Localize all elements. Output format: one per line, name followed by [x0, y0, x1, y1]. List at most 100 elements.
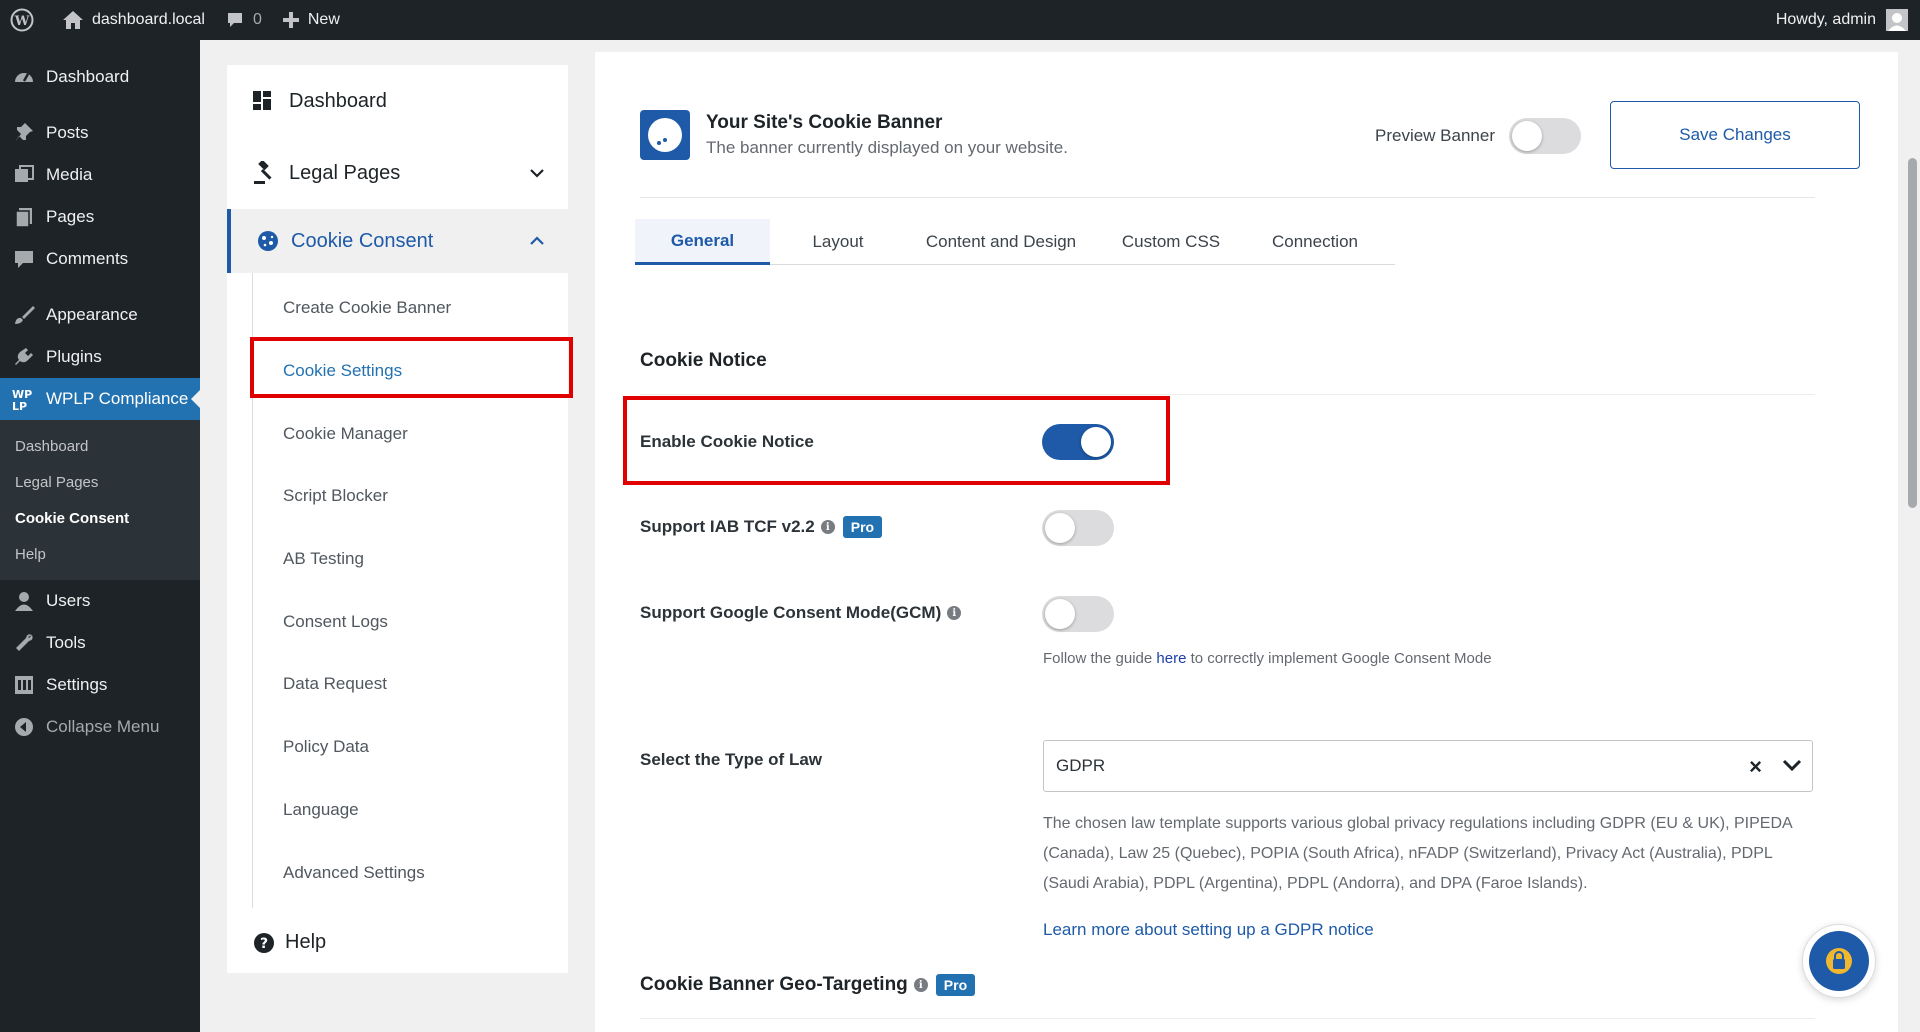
site-name-link[interactable]: dashboard.local — [52, 0, 215, 40]
plugin-sub-advanced-settings[interactable]: Advanced Settings — [253, 841, 568, 904]
menu-item-tools[interactable]: Tools — [0, 622, 200, 664]
tab-content-and-design[interactable]: Content and Design — [906, 219, 1096, 265]
plugin-sub-cookie-manager[interactable]: Cookie Manager — [253, 402, 568, 465]
admin-bar: W dashboard.local 0 New Howdy, admin — [0, 0, 1920, 40]
save-changes-button[interactable]: Save Changes — [1610, 101, 1860, 169]
plugin-nav-legal-pages[interactable]: Legal Pages — [227, 137, 568, 209]
media-icon — [12, 163, 36, 187]
plugin-sub-ab-testing[interactable]: AB Testing — [253, 528, 568, 591]
tab-connection[interactable]: Connection — [1246, 219, 1384, 265]
gcm-toggle[interactable] — [1042, 596, 1114, 632]
menu-item-pages[interactable]: Pages — [0, 196, 200, 238]
svg-text:?: ? — [260, 936, 268, 952]
collapse-icon — [12, 715, 36, 739]
plug-icon — [12, 345, 36, 369]
menu-item-settings[interactable]: Settings — [0, 664, 200, 706]
settings-tabs: General Layout Content and Design Custom… — [635, 219, 1395, 265]
chevron-down-icon[interactable] — [1782, 757, 1802, 773]
iab-tcf-label-row: Support IAB TCF v2.2 i Pro — [640, 516, 883, 538]
info-icon[interactable]: i — [913, 978, 928, 992]
menu-item-appearance[interactable]: Appearance — [0, 294, 200, 336]
admin-menu: Dashboard Posts Media Pages Comments App… — [0, 40, 200, 1032]
grid-dashboard-icon — [253, 91, 279, 111]
plugin-nav-dashboard[interactable]: Dashboard — [227, 65, 568, 137]
plugin-nav-help[interactable]: ? Help — [227, 908, 568, 978]
submenu-item-legal-pages[interactable]: Legal Pages — [0, 464, 200, 500]
geo-targeting-heading: Cookie Banner Geo-Targeting — [640, 974, 908, 995]
cookie-icon — [257, 230, 283, 252]
clear-icon[interactable]: × — [1749, 754, 1762, 780]
chevron-up-icon — [530, 236, 544, 246]
wp-logo-button[interactable]: W — [0, 0, 52, 40]
gcm-label: Support Google Consent Mode(GCM) — [640, 603, 942, 622]
gcm-guide-link[interactable]: here — [1156, 650, 1186, 667]
menu-item-posts[interactable]: Posts — [0, 112, 200, 154]
svg-text:LP: LP — [12, 400, 27, 411]
plugin-sub-create-cookie-banner[interactable]: Create Cookie Banner — [253, 277, 568, 340]
enable-cookie-notice-toggle[interactable] — [1042, 424, 1114, 460]
pro-badge: Pro — [842, 516, 883, 538]
divider — [640, 1018, 1815, 1019]
law-type-select[interactable]: GDPR × — [1043, 740, 1813, 792]
user-avatar-icon — [1888, 13, 1906, 31]
menu-item-media[interactable]: Media — [0, 154, 200, 196]
plugin-nav-cookie-consent[interactable]: Cookie Consent — [227, 209, 568, 273]
comments-link[interactable]: 0 — [215, 0, 272, 40]
learn-more-gdpr-link[interactable]: Learn more about setting up a GDPR notic… — [1043, 920, 1374, 940]
gcm-label-row: Support Google Consent Mode(GCM) i — [640, 603, 962, 623]
cookie-notice-heading: Cookie Notice — [640, 350, 767, 371]
preview-banner-control: Preview Banner — [1375, 118, 1582, 154]
pin-icon — [12, 121, 36, 145]
settings-icon — [12, 673, 36, 697]
banner-title: Your Site's Cookie Banner — [706, 112, 943, 133]
info-icon[interactable]: i — [820, 520, 835, 534]
collapse-menu-button[interactable]: Collapse Menu — [0, 706, 200, 748]
plugin-sub-consent-logs[interactable]: Consent Logs — [253, 590, 568, 653]
toggle-knob — [1045, 599, 1075, 629]
page-scrollbar[interactable] — [1905, 40, 1920, 1032]
floating-consent-button[interactable] — [1802, 924, 1876, 998]
avatar — [1886, 9, 1908, 31]
plugin-sub-cookie-settings[interactable]: Cookie Settings — [253, 340, 568, 403]
submenu-item-dashboard[interactable]: Dashboard — [0, 428, 200, 464]
toggle-knob — [1081, 427, 1111, 457]
iab-tcf-toggle[interactable] — [1042, 510, 1114, 546]
scrollbar-thumb[interactable] — [1908, 158, 1917, 508]
chevron-down-icon — [530, 168, 544, 178]
plugin-sub-language[interactable]: Language — [253, 779, 568, 842]
dashboard-icon — [12, 65, 36, 89]
preview-banner-toggle[interactable] — [1509, 118, 1582, 154]
geo-targeting-heading-row: Cookie Banner Geo-Targeting i Pro — [640, 974, 976, 996]
law-description: The chosen law template supports various… — [1043, 815, 1792, 892]
banner-header: Your Site's Cookie Banner The banner cur… — [640, 110, 1068, 160]
menu-item-comments[interactable]: Comments — [0, 238, 200, 280]
gavel-icon — [253, 161, 279, 185]
brush-icon — [12, 303, 36, 327]
comment-icon — [12, 247, 36, 271]
menu-item-users[interactable]: Users — [0, 580, 200, 622]
my-account-link[interactable]: Howdy, admin — [1776, 9, 1920, 31]
tab-general[interactable]: General — [635, 219, 770, 265]
new-label: New — [307, 11, 340, 28]
tab-layout[interactable]: Layout — [770, 219, 906, 265]
toggle-knob — [1512, 121, 1543, 151]
plugin-sub-data-request[interactable]: Data Request — [253, 653, 568, 716]
tab-custom-css[interactable]: Custom CSS — [1096, 219, 1246, 265]
submenu-item-cookie-consent[interactable]: Cookie Consent — [0, 500, 200, 536]
lock-icon — [1826, 948, 1852, 974]
howdy-text: Howdy, admin — [1775, 11, 1876, 28]
menu-item-plugins[interactable]: Plugins — [0, 336, 200, 378]
new-content-link[interactable]: New — [272, 0, 350, 40]
pages-icon — [12, 205, 36, 229]
divider — [640, 394, 1815, 395]
plugin-sub-script-blocker[interactable]: Script Blocker — [253, 465, 568, 528]
submenu-item-help[interactable]: Help — [0, 536, 200, 572]
info-icon[interactable]: i — [947, 606, 962, 620]
law-type-label: Select the Type of Law — [640, 750, 823, 769]
wplp-submenu: Dashboard Legal Pages Cookie Consent Hel… — [0, 420, 200, 580]
menu-item-dashboard[interactable]: Dashboard — [0, 56, 200, 98]
users-icon — [12, 589, 36, 613]
plugin-sub-policy-data[interactable]: Policy Data — [253, 716, 568, 779]
iab-tcf-label: Support IAB TCF v2.2 — [640, 517, 815, 536]
menu-item-wplp-compliance[interactable]: WP LP WPLP Compliance — [0, 378, 200, 420]
